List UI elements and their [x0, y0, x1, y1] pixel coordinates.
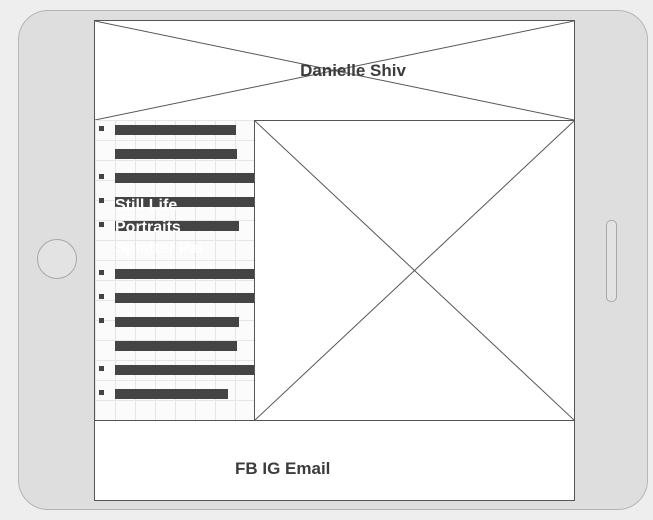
menu-label[interactable]: Portraits	[115, 218, 181, 238]
bullet-icon	[99, 222, 104, 227]
bullet-icon	[99, 318, 104, 323]
text-placeholder-bar	[115, 269, 255, 279]
image-placeholder-cross	[255, 121, 574, 420]
home-button	[37, 239, 77, 279]
text-placeholder-bar	[115, 341, 237, 351]
bullet-icon	[99, 174, 104, 179]
bullet-icon	[99, 198, 104, 203]
text-placeholder-bar	[115, 149, 237, 159]
text-placeholder-bar	[115, 173, 255, 183]
menu-item[interactable]	[95, 384, 255, 408]
bullet-icon	[99, 366, 104, 371]
footer: FB IG Email	[94, 420, 575, 501]
bullet-icon	[99, 390, 104, 395]
bullet-icon	[99, 294, 104, 299]
text-placeholder-bar	[115, 293, 255, 303]
header-banner-placeholder: Danielle Shiv	[94, 20, 575, 121]
menu-label[interactable]: Still Life	[115, 196, 177, 216]
sidebar-menu: Still Life Portraits Splatter Pai	[94, 120, 255, 421]
menu-item[interactable]	[95, 120, 255, 144]
bullet-icon	[99, 270, 104, 275]
menu-item[interactable]	[95, 336, 255, 360]
text-placeholder-bar	[115, 389, 228, 399]
menu-item[interactable]	[95, 360, 255, 384]
text-placeholder-bar	[115, 317, 239, 327]
menu-item[interactable]	[95, 312, 255, 336]
menu-item[interactable]	[95, 264, 255, 288]
side-button	[606, 220, 617, 302]
site-title: Danielle Shiv	[300, 61, 406, 80]
footer-links[interactable]: FB IG Email	[235, 459, 330, 479]
menu-item[interactable]	[95, 144, 255, 168]
menu-item[interactable]	[95, 168, 255, 192]
menu-item[interactable]	[95, 288, 255, 312]
text-placeholder-bar	[115, 125, 236, 135]
text-placeholder-bar	[115, 365, 255, 375]
tablet-screen: Danielle Shiv Still Life Portraits Splatte…	[94, 20, 575, 501]
menu-label[interactable]: Splatter Pai	[115, 239, 203, 259]
main-image-placeholder	[254, 120, 575, 421]
bullet-icon	[99, 126, 104, 131]
